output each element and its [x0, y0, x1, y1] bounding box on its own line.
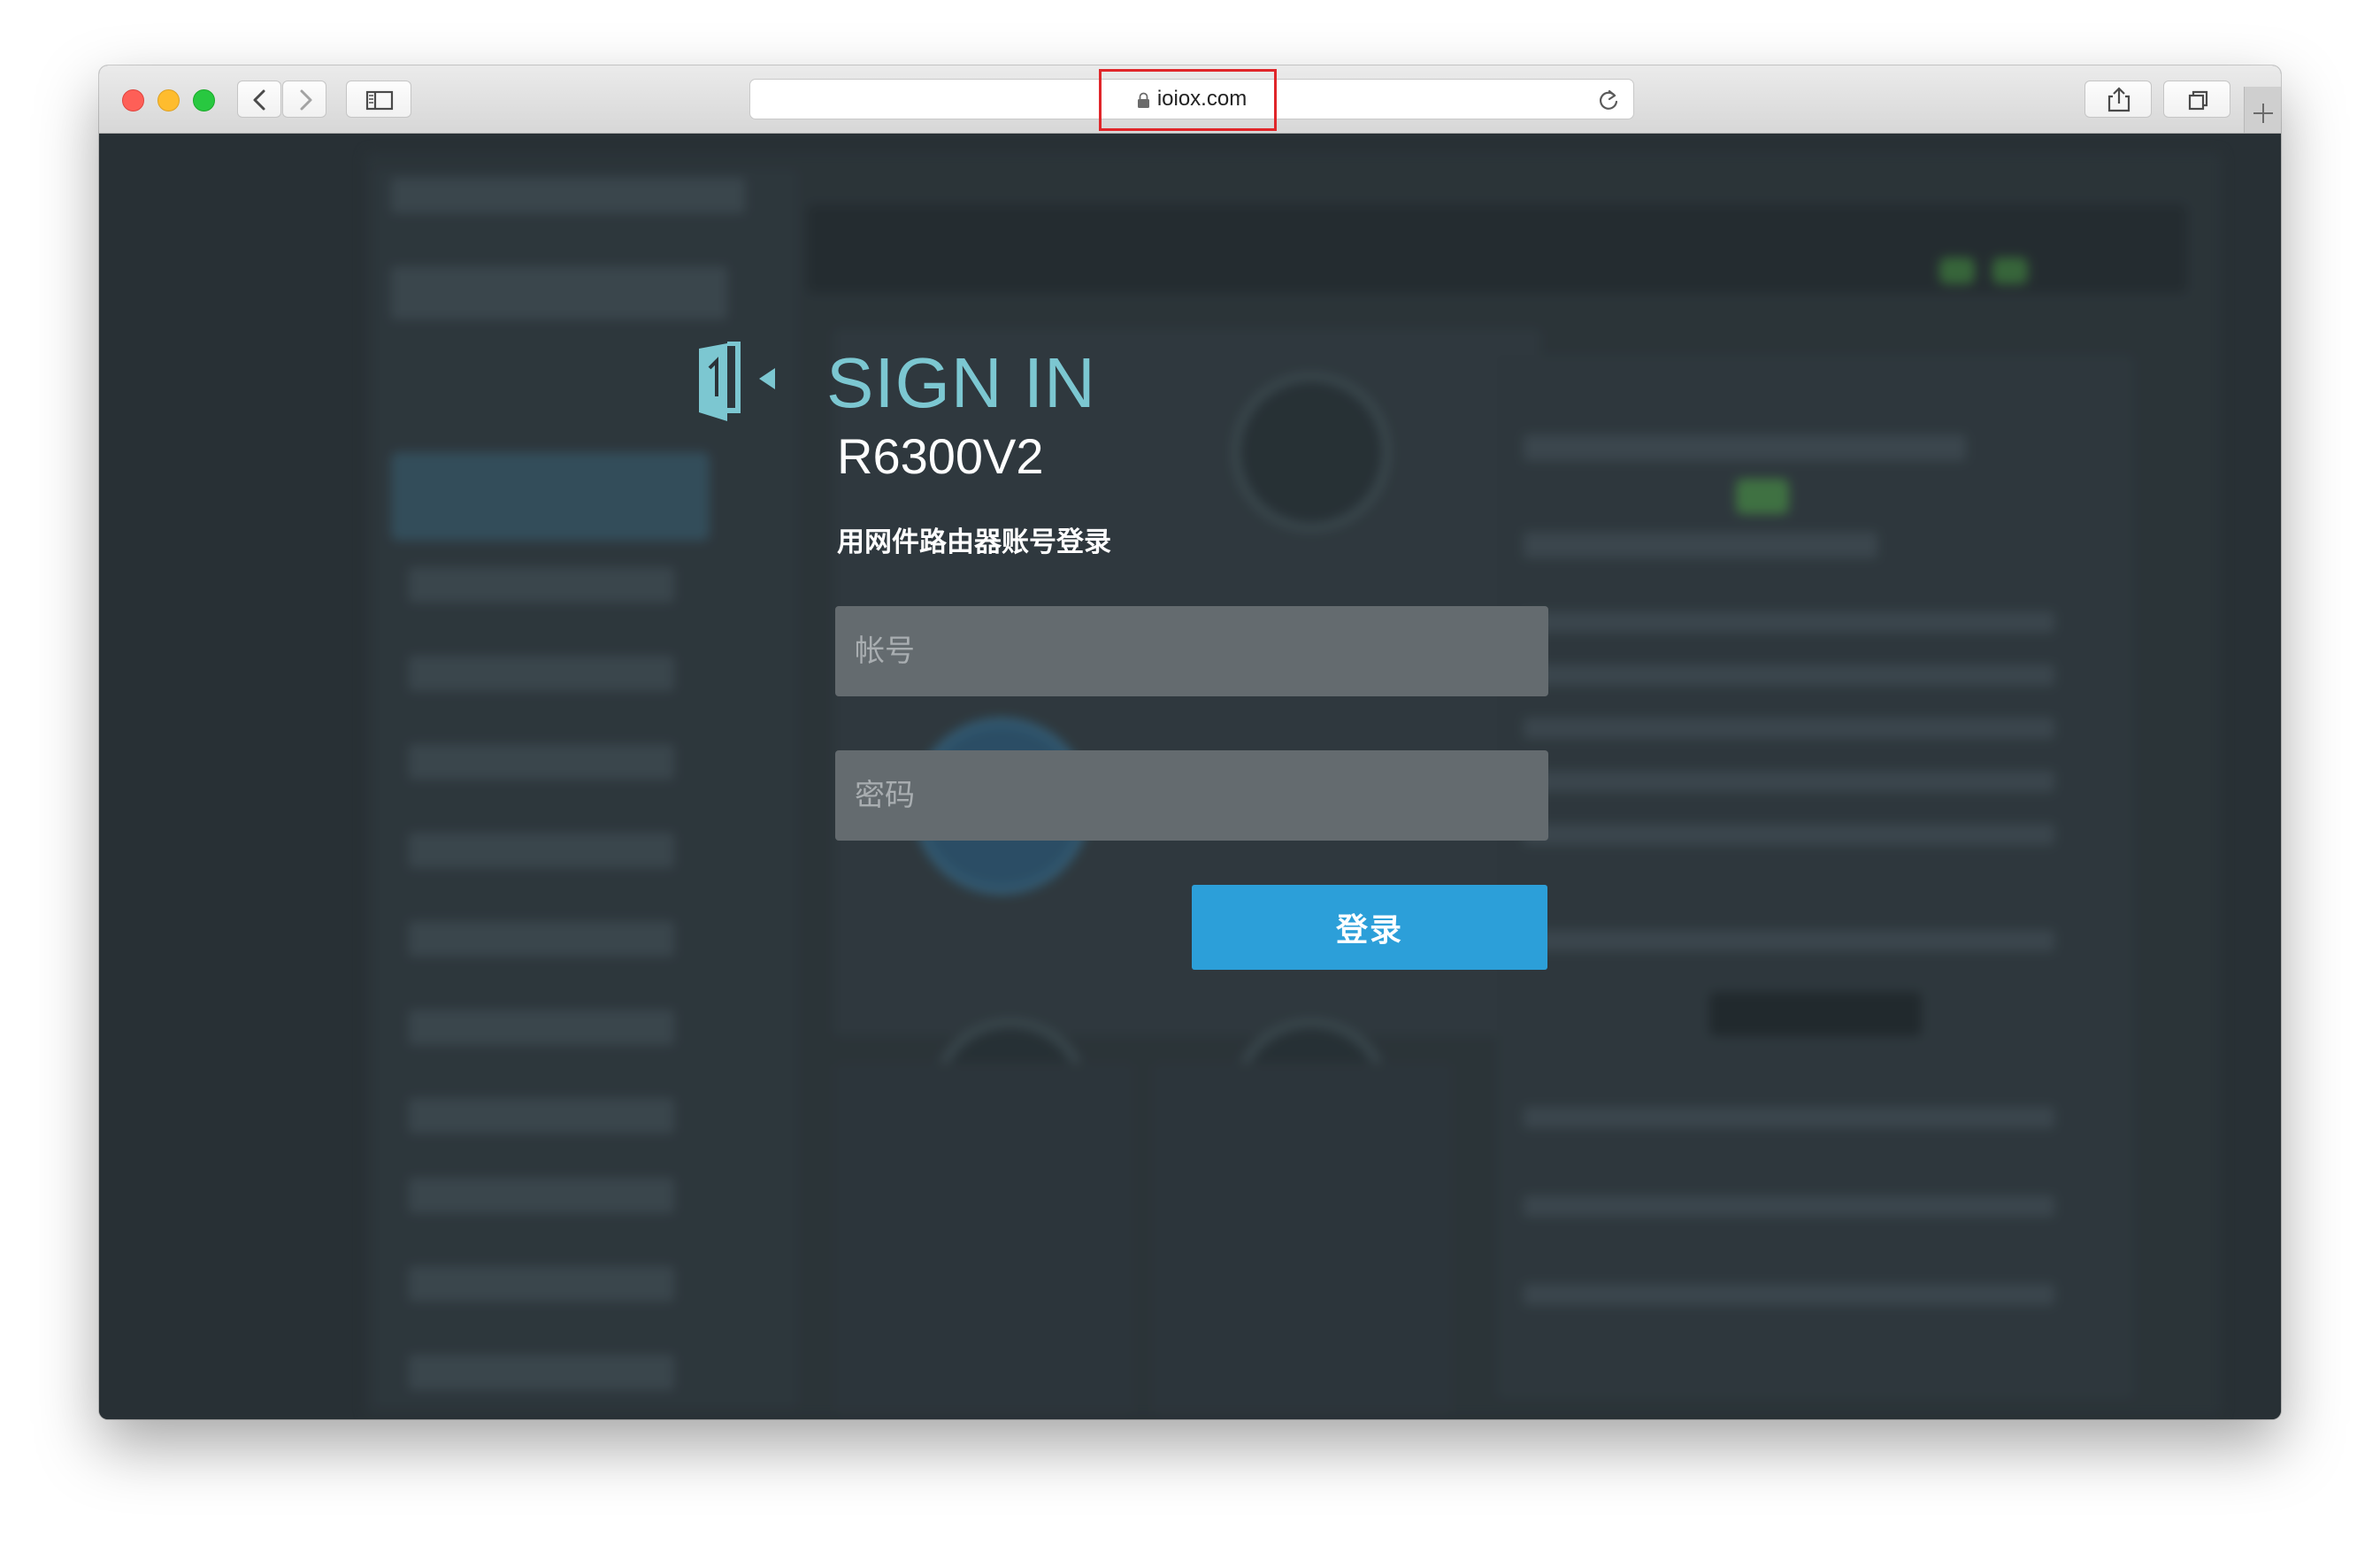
password-input[interactable]	[835, 750, 1548, 841]
username-input[interactable]	[835, 606, 1548, 696]
back-button[interactable]	[237, 81, 281, 118]
plus-icon	[2253, 104, 2273, 123]
window-minimize-button[interactable]	[157, 89, 180, 111]
browser-window: ioiox.com SIGN IN R6300V2 用网件路由器账号登录 帐号 …	[99, 65, 2281, 1419]
chevron-left-icon	[253, 89, 265, 111]
sign-in-door-icon	[699, 342, 775, 421]
window-maximize-button[interactable]	[193, 89, 215, 111]
chevron-right-icon	[300, 89, 312, 111]
sidebar-icon	[365, 90, 394, 111]
share-button[interactable]	[2084, 81, 2152, 118]
login-button[interactable]: 登录	[1192, 885, 1547, 970]
tab-overview-button[interactable]	[2163, 81, 2230, 118]
page-content: SIGN IN R6300V2 用网件路由器账号登录 登录	[99, 134, 2281, 1419]
window-close-button[interactable]	[122, 89, 144, 111]
sign-in-title: SIGN IN	[826, 343, 1096, 422]
browser-toolbar: ioiox.com	[99, 65, 2281, 134]
forward-button[interactable]	[282, 81, 326, 118]
login-subtitle: 用网件路由器账号登录	[837, 526, 1111, 557]
new-tab-button[interactable]	[2244, 87, 2281, 133]
reload-icon[interactable]	[1596, 88, 1621, 112]
url-highlight-box	[1099, 69, 1277, 131]
router-model: R6300V2	[837, 428, 1044, 484]
tabs-overview-icon	[2188, 90, 2208, 111]
sidebar-toggle-button[interactable]	[346, 81, 411, 118]
share-icon	[2107, 87, 2130, 112]
